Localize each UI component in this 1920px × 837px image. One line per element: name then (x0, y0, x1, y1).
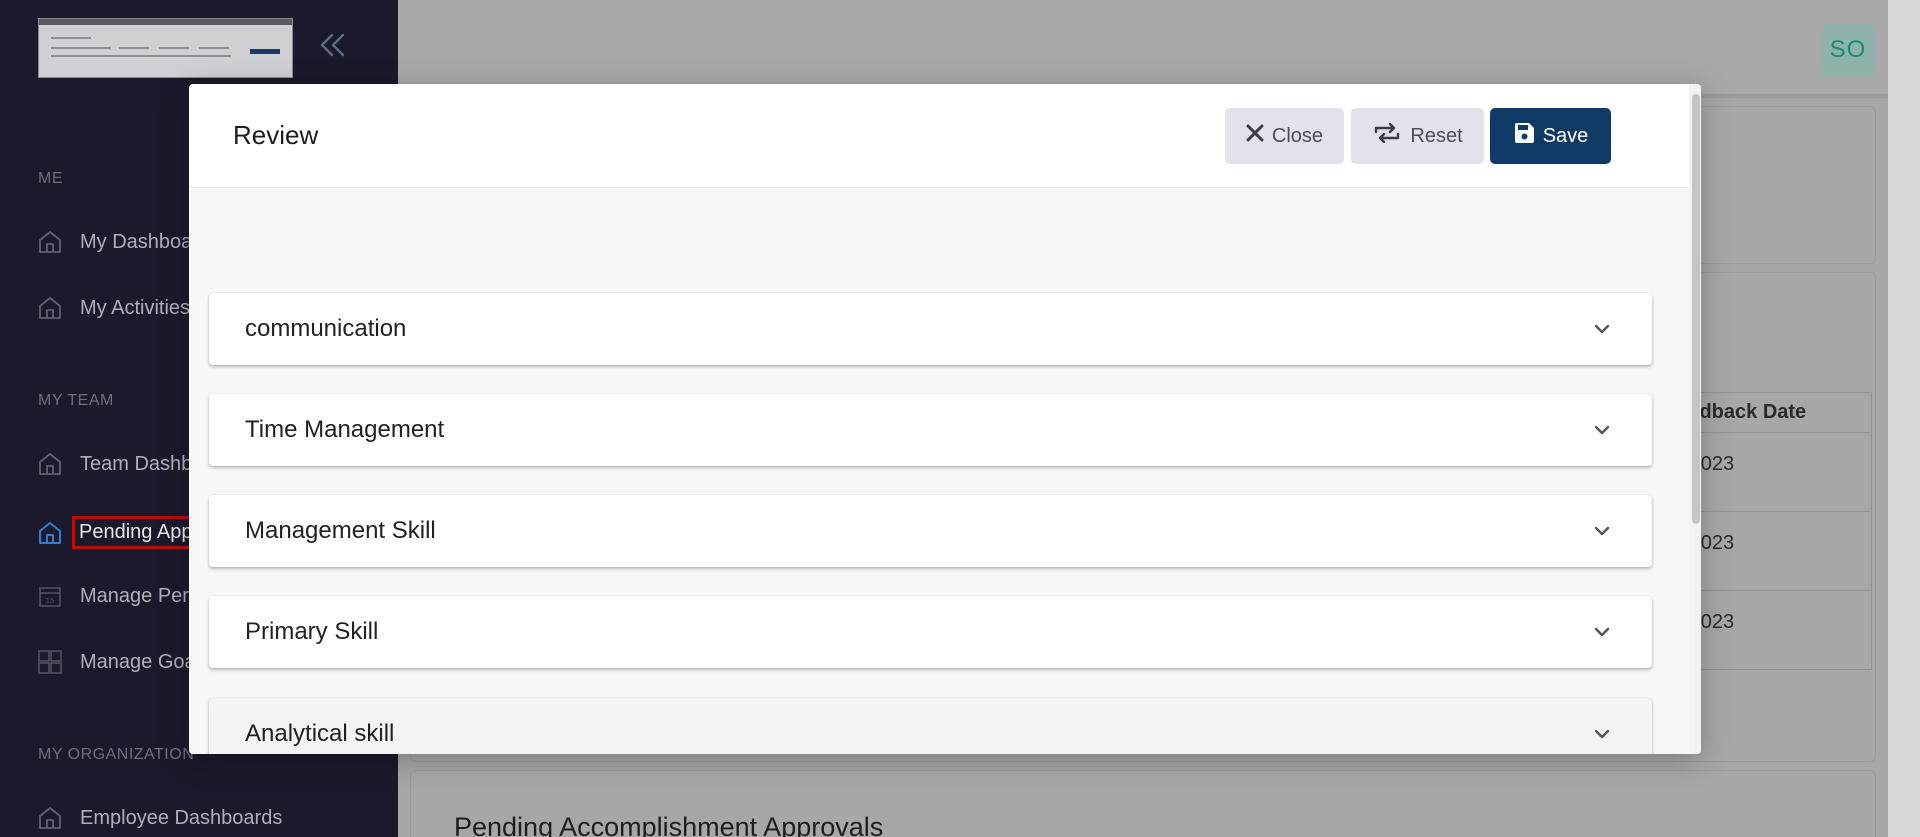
modal-header: Review Close Reset Save (189, 84, 1689, 188)
modal-scrollbar[interactable] (1689, 84, 1701, 754)
chevron-down-icon (1590, 418, 1614, 442)
sidebar-item-manage-goals[interactable]: Manage Goals (36, 648, 210, 676)
page-scrollbar[interactable] (1888, 0, 1920, 837)
double-chevron-left-icon (318, 32, 348, 63)
user-avatar[interactable]: SO (1822, 24, 1874, 76)
sidebar-item-employee-dashboards[interactable]: Employee Dashboards (36, 804, 282, 832)
accordion-communication[interactable]: communication (209, 293, 1652, 365)
calendar-icon: 15 (36, 582, 64, 610)
modal-body: communication Time Management Management… (189, 189, 1689, 754)
chevron-down-icon (1590, 620, 1614, 644)
reset-button[interactable]: Reset (1351, 108, 1484, 164)
section-label-me: ME (38, 170, 63, 187)
accordion-primary-skill[interactable]: Primary Skill (209, 596, 1652, 668)
screenshot-thumbnail (38, 18, 293, 78)
home-icon (36, 519, 64, 547)
repeat-icon (1372, 122, 1402, 149)
sidebar-item-my-dashboard[interactable]: My Dashboard (36, 228, 210, 256)
review-modal: Review Close Reset Save communication Ti… (189, 84, 1701, 754)
home-icon (36, 804, 64, 832)
sidebar-item-label: My Activities (80, 296, 191, 319)
section-label-my-team: MY TEAM (38, 392, 114, 409)
save-button[interactable]: Save (1490, 108, 1611, 164)
sidebar-item-my-activities[interactable]: My Activities (36, 294, 190, 322)
floppy-disk-icon (1513, 122, 1535, 150)
sidebar-item-label: Employee Dashboards (80, 806, 283, 829)
modal-title: Review (233, 120, 319, 150)
home-icon (36, 228, 64, 256)
close-icon (1246, 124, 1264, 148)
svg-text:15: 15 (46, 597, 55, 605)
modal-scrollbar-thumb[interactable] (1692, 94, 1700, 524)
accordion-time-management[interactable]: Time Management (209, 394, 1652, 466)
accordion-label: Time Management (245, 416, 445, 443)
home-icon (36, 294, 64, 322)
chevron-down-icon (1590, 317, 1614, 341)
accordion-management-skill[interactable]: Management Skill (209, 495, 1652, 567)
reset-button-label: Reset (1410, 124, 1463, 147)
accordion-label: Management Skill (245, 517, 436, 544)
home-icon (36, 450, 64, 478)
accordion-label: Analytical skill (245, 720, 395, 747)
accordion-label: Primary Skill (245, 618, 379, 645)
close-button-label: Close (1271, 124, 1324, 147)
section-label-my-organization: MY ORGANIZATION (38, 746, 195, 763)
close-button[interactable]: Close (1225, 108, 1344, 164)
section-heading: Pending Accomplishment Approvals (454, 812, 884, 837)
chevron-down-icon (1590, 722, 1614, 746)
save-button-label: Save (1542, 124, 1589, 147)
accordion-label: communication (245, 315, 407, 342)
chevron-down-icon (1590, 519, 1614, 543)
grid-icon (36, 648, 64, 676)
accordion-analytical-skill[interactable]: Analytical skill (209, 698, 1652, 754)
collapse-sidebar-button[interactable] (316, 30, 350, 64)
